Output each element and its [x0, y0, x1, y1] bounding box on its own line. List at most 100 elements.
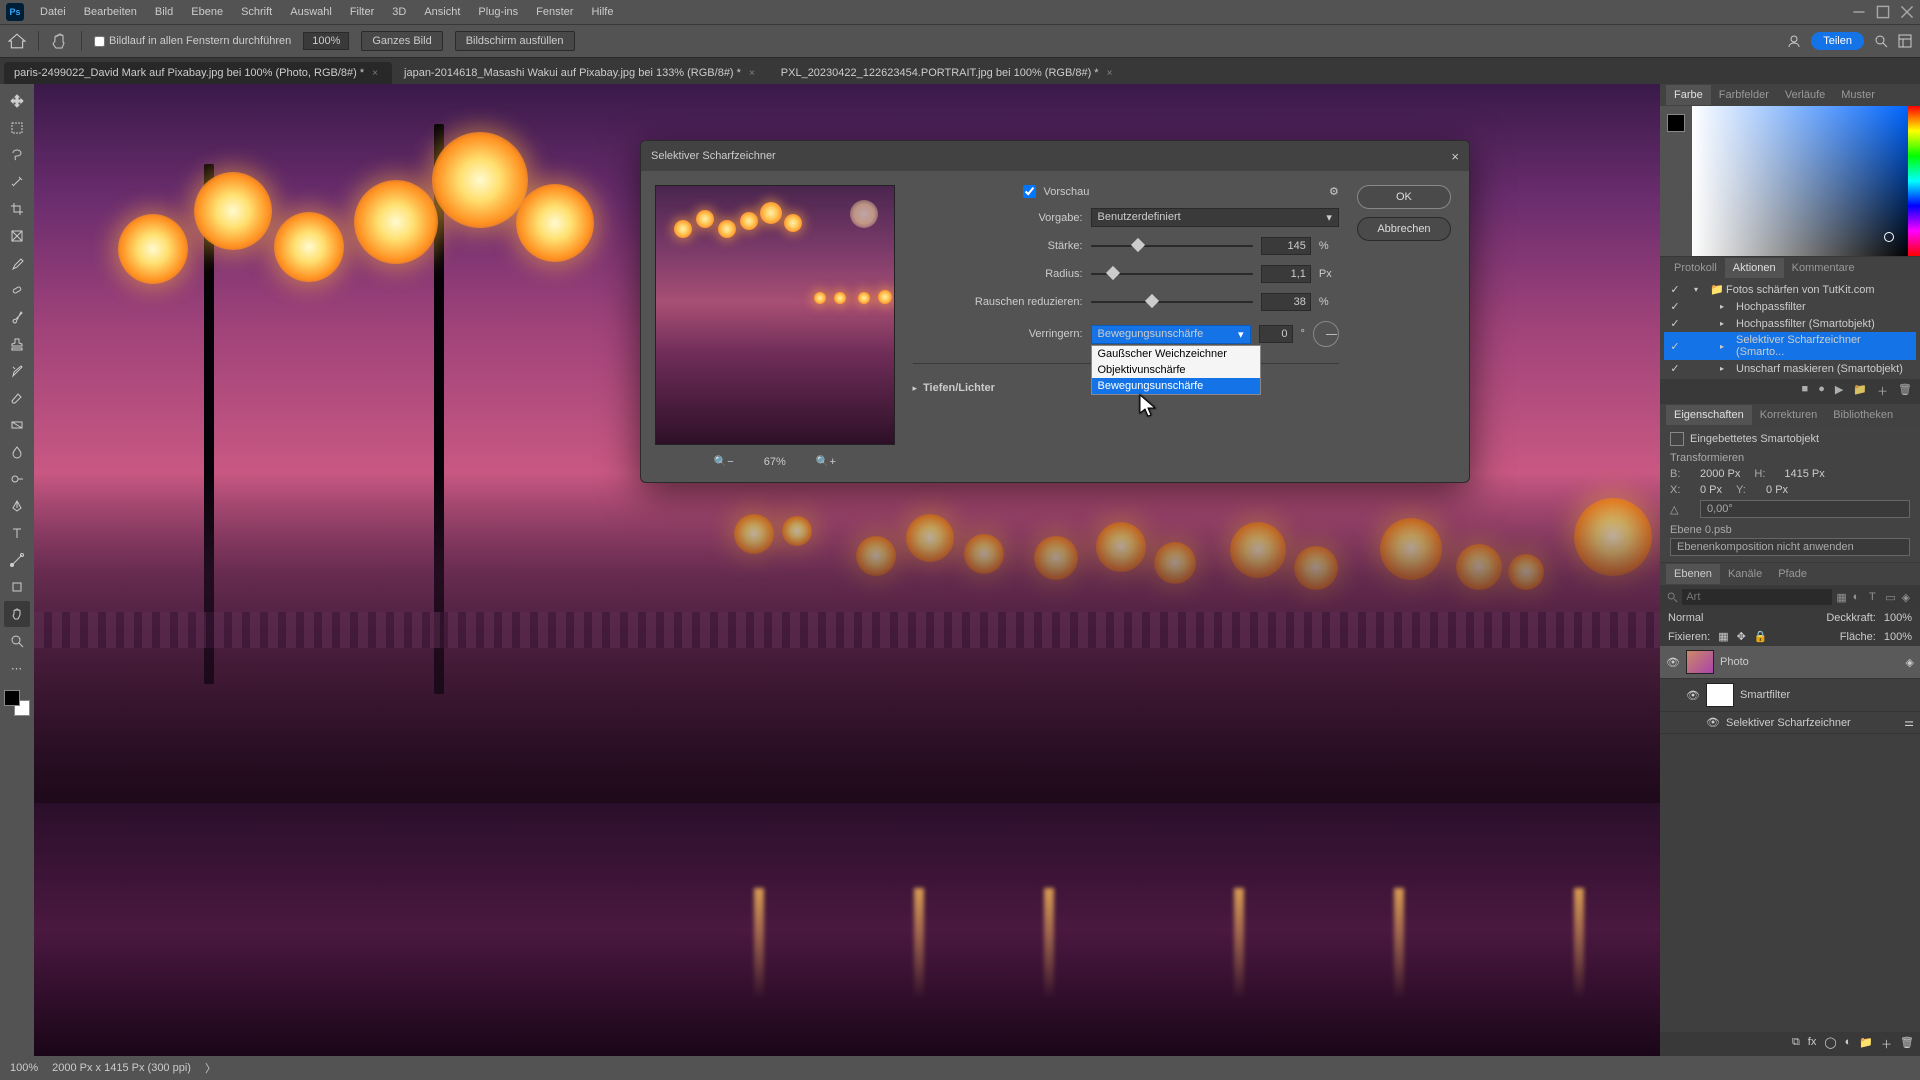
document-tab[interactable]: japan-2014618_Masashi Wakui auf Pixabay.… [394, 62, 769, 84]
adjustment-icon[interactable]: ◐ [1845, 1036, 1852, 1052]
tab-color[interactable]: Farbe [1666, 85, 1711, 105]
tab-libraries[interactable]: Bibliotheken [1825, 405, 1901, 425]
hand-tool[interactable] [4, 601, 30, 627]
document-tab-active[interactable]: paris-2499022_David Mark auf Pixabay.jpg… [4, 62, 392, 84]
action-item[interactable]: ✓▸Hochpassfilter (Smartobjekt) [1664, 315, 1916, 332]
menu-view[interactable]: Ansicht [416, 3, 468, 21]
preview-image[interactable] [655, 185, 895, 445]
tab-swatches[interactable]: Farbfelder [1711, 85, 1777, 105]
remove-select[interactable]: Bewegungsunschärfe▾ Gaußscher Weichzeich… [1091, 325, 1251, 344]
gear-icon[interactable]: ⚙ [1329, 185, 1339, 198]
wand-tool[interactable] [4, 169, 30, 195]
trash-icon[interactable]: 🗑 [1898, 383, 1912, 399]
tab-channels[interactable]: Kanäle [1720, 564, 1770, 584]
status-arrow-icon[interactable]: 〉 [205, 1060, 216, 1076]
menu-type[interactable]: Schrift [233, 3, 280, 21]
tab-history[interactable]: Protokoll [1666, 258, 1725, 278]
new-action-icon[interactable]: ＋ [1877, 383, 1888, 399]
crop-tool[interactable] [4, 196, 30, 222]
y-value[interactable]: 0 Px [1766, 484, 1788, 496]
history-brush-tool[interactable] [4, 358, 30, 384]
gradient-tool[interactable] [4, 412, 30, 438]
search-icon[interactable] [1874, 34, 1888, 48]
status-zoom[interactable]: 100% [10, 1062, 38, 1074]
close-tab-icon[interactable]: × [1107, 68, 1113, 79]
zoom-out-icon[interactable]: 🔍− [714, 455, 734, 468]
status-doc-info[interactable]: 2000 Px x 1415 Px (300 ppi) [52, 1062, 191, 1074]
remove-option[interactable]: Gaußscher Weichzeichner [1092, 346, 1260, 362]
fill-screen-button[interactable]: Bildschirm ausfüllen [455, 31, 575, 51]
action-set[interactable]: ✓▾📁Fotos schärfen von TutKit.com [1664, 281, 1916, 298]
tab-layers[interactable]: Ebenen [1666, 564, 1720, 584]
move-tool[interactable] [4, 88, 30, 114]
dialog-titlebar[interactable]: Selektiver Scharfzeichner × [641, 141, 1469, 171]
tab-paths[interactable]: Pfade [1770, 564, 1815, 584]
h-value[interactable]: 1415 Px [1784, 468, 1824, 480]
filter-mask-thumb[interactable] [1706, 683, 1734, 707]
menu-filter[interactable]: Filter [342, 3, 382, 21]
search-icon[interactable] [1666, 591, 1678, 603]
blend-mode-select[interactable]: Normal [1668, 612, 1818, 624]
amount-input[interactable] [1261, 237, 1311, 255]
maximize-icon[interactable] [1876, 5, 1890, 19]
tab-properties[interactable]: Eigenschaften [1666, 405, 1752, 425]
layer-comp-select[interactable]: Ebenenkomposition nicht anwenden [1670, 538, 1910, 556]
lock-pixels-icon[interactable]: ▦ [1718, 630, 1728, 643]
home-icon[interactable] [8, 33, 26, 49]
type-tool[interactable] [4, 520, 30, 546]
shape-tool[interactable] [4, 574, 30, 600]
tab-actions[interactable]: Aktionen [1725, 258, 1784, 278]
menu-select[interactable]: Auswahl [282, 3, 340, 21]
cancel-button[interactable]: Abbrechen [1357, 217, 1451, 241]
window-close-icon[interactable] [1900, 5, 1914, 19]
close-tab-icon[interactable]: × [372, 68, 378, 79]
noise-input[interactable] [1261, 293, 1311, 311]
new-set-icon[interactable]: 📁 [1853, 383, 1867, 399]
trash-icon[interactable]: 🗑 [1900, 1036, 1914, 1052]
play-icon[interactable]: ▶ [1835, 383, 1843, 399]
filter-blend-icon[interactable]: ⚌ [1904, 716, 1914, 729]
w-value[interactable]: 2000 Px [1700, 468, 1740, 480]
action-item-selected[interactable]: ✓▸Selektiver Scharfzeichner (Smarto... [1664, 332, 1916, 360]
radius-input[interactable] [1261, 265, 1311, 283]
color-cursor-icon[interactable] [1884, 232, 1894, 242]
fit-screen-button[interactable]: Ganzes Bild [361, 31, 442, 51]
lock-all-icon[interactable]: 🔒 [1754, 630, 1768, 643]
layer-thumb[interactable] [1686, 650, 1714, 674]
zoom-in-icon[interactable]: 🔍+ [816, 455, 836, 468]
noise-slider[interactable] [1091, 295, 1253, 309]
filter-shape-icon[interactable]: ▭ [1885, 591, 1897, 604]
tab-gradients[interactable]: Verläufe [1777, 85, 1833, 105]
group-icon[interactable]: 📁 [1859, 1036, 1873, 1052]
tab-comments[interactable]: Kommentare [1784, 258, 1863, 278]
workspace-icon[interactable] [1898, 34, 1912, 48]
smartfilter-row[interactable]: 👁 Smartfilter [1660, 679, 1920, 712]
dodge-tool[interactable] [4, 466, 30, 492]
menu-layer[interactable]: Ebene [183, 3, 231, 21]
menu-plugins[interactable]: Plug-ins [470, 3, 526, 21]
hand-tool-icon[interactable] [51, 33, 69, 49]
menu-file[interactable]: Datei [32, 3, 74, 21]
heal-tool[interactable] [4, 277, 30, 303]
action-item[interactable]: ✓▸Unscharf maskieren (Smartobjekt) [1664, 360, 1916, 377]
visibility-icon[interactable]: 👁 [1686, 689, 1700, 702]
remove-option[interactable]: Objektivunschärfe [1092, 362, 1260, 378]
eraser-tool[interactable] [4, 385, 30, 411]
angle-dial[interactable] [1313, 321, 1339, 347]
angle-input[interactable] [1259, 325, 1293, 343]
tab-patterns[interactable]: Muster [1833, 85, 1883, 105]
menu-3d[interactable]: 3D [384, 3, 414, 21]
lock-position-icon[interactable]: ✥ [1737, 630, 1746, 643]
share-button[interactable]: Teilen [1811, 32, 1864, 50]
pen-tool[interactable] [4, 493, 30, 519]
menu-edit[interactable]: Bearbeiten [76, 3, 145, 21]
stop-icon[interactable]: ■ [1802, 383, 1809, 399]
amount-slider[interactable] [1091, 239, 1253, 253]
filter-entry-row[interactable]: 👁 Selektiver Scharfzeichner ⚌ [1660, 712, 1920, 734]
brush-tool[interactable] [4, 304, 30, 330]
eyedropper-tool[interactable] [4, 250, 30, 276]
record-icon[interactable]: ● [1818, 383, 1825, 399]
scroll-all-checkbox[interactable]: Bildlauf in allen Fenstern durchführen [94, 35, 291, 47]
mask-icon[interactable]: ◯ [1824, 1036, 1836, 1052]
blur-tool[interactable] [4, 439, 30, 465]
